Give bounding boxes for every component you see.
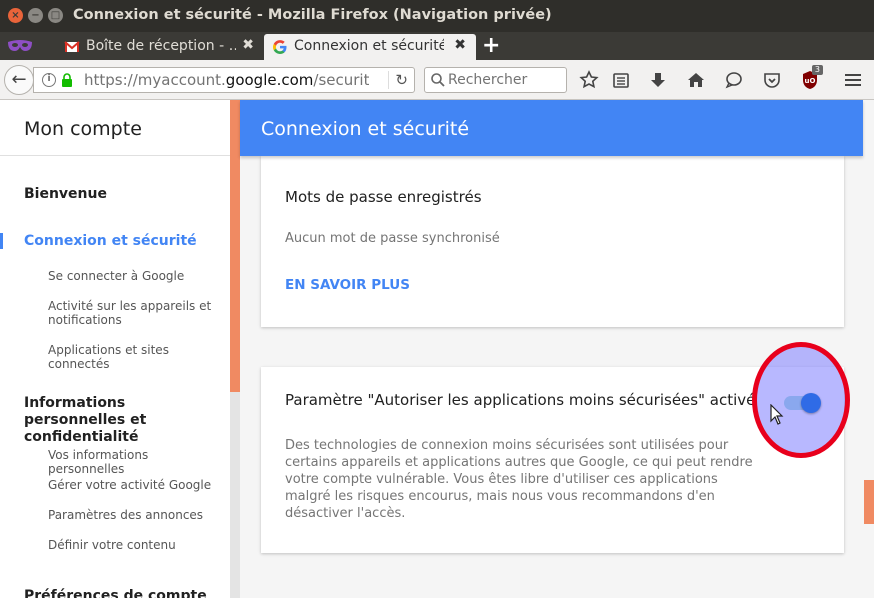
back-button[interactable]: ←: [4, 65, 34, 95]
chat-bubble-icon[interactable]: [723, 69, 745, 91]
url-text[interactable]: https://myaccount.google.com/security: [84, 71, 369, 89]
sidebar-subitem-ads-settings[interactable]: Paramètres des annonces: [48, 508, 218, 522]
sidebar-item-preferences[interactable]: Préférences de compte: [24, 588, 207, 598]
tab-security[interactable]: Connexion et sécurité ✖: [264, 34, 476, 60]
url-host: google.com: [225, 71, 314, 89]
card-title: Paramètre "Autoriser les applications mo…: [285, 391, 756, 409]
home-icon[interactable]: [685, 69, 707, 91]
tab-label: Connexion et sécurité: [294, 38, 444, 54]
reader-list-icon[interactable]: [610, 69, 632, 91]
sidebar-item-welcome[interactable]: Bienvenue: [24, 186, 107, 202]
url-prefix: https://myaccount.: [84, 71, 226, 89]
window-titlebar: × − □ Connexion et sécurité - Mozilla Fi…: [0, 0, 874, 32]
sidebar-subitem-connected-apps[interactable]: Applications et sites connectés: [48, 343, 218, 371]
sidebar-subitem-activity[interactable]: Gérer votre activité Google: [48, 478, 218, 492]
window-maximize-button[interactable]: □: [48, 8, 63, 23]
tab-close-icon[interactable]: ✖: [242, 37, 254, 53]
tab-strip: Boîte de réception - … ✖ Connexion et sé…: [0, 32, 874, 60]
learn-more-link[interactable]: EN SAVOIR PLUS: [285, 277, 410, 293]
svg-text:uO: uO: [805, 77, 816, 85]
new-tab-button[interactable]: +: [482, 34, 500, 58]
card-text: Aucun mot de passe synchronisé: [285, 231, 500, 246]
sidebar-header: Mon compte: [0, 100, 230, 156]
active-indicator: [0, 233, 3, 249]
tab-inbox[interactable]: Boîte de réception - … ✖: [56, 34, 264, 60]
search-input[interactable]: Rechercher: [424, 67, 567, 93]
url-bar[interactable]: i https://myaccount.google.com/security …: [33, 67, 415, 93]
hamburger-menu-icon[interactable]: [842, 69, 864, 91]
account-sidebar: Mon compte Bienvenue Connexion et sécuri…: [0, 100, 240, 598]
window-close-button[interactable]: ×: [8, 8, 23, 23]
sidebar-subitem-content[interactable]: Définir votre contenu: [48, 538, 218, 552]
download-icon[interactable]: [647, 69, 669, 91]
extension-badge: 3: [811, 65, 823, 75]
sidebar-subitem-google-signin[interactable]: Se connecter à Google: [48, 269, 218, 283]
card-text: Des technologies de connexion moins sécu…: [285, 438, 753, 521]
private-browsing-mask-icon: [8, 40, 32, 51]
sidebar-item-privacy[interactable]: Informations personnelles et confidentia…: [24, 395, 224, 446]
sidebar-subitem-device-activity[interactable]: Activité sur les appareils et notificati…: [48, 299, 218, 327]
tab-close-icon[interactable]: ✖: [454, 37, 466, 53]
toggle-knob[interactable]: [801, 393, 821, 413]
url-suffix: /security: [313, 71, 369, 89]
sidebar-subitem-personal-info[interactable]: Vos informations personnelles: [48, 448, 218, 476]
google-icon: [273, 40, 287, 54]
reload-icon[interactable]: ↻: [388, 71, 408, 89]
lock-icon[interactable]: [61, 73, 73, 87]
mouse-cursor-icon: [770, 404, 784, 425]
tab-label: Boîte de réception - …: [86, 38, 236, 54]
sidebar-scrollbar-thumb[interactable]: [230, 100, 240, 392]
gmail-icon: [64, 41, 80, 52]
search-placeholder: Rechercher: [448, 72, 528, 88]
card-title: Mots de passe enregistrés: [285, 188, 482, 206]
sidebar-item-security[interactable]: Connexion et sécurité: [24, 233, 197, 249]
page-title: Connexion et sécurité: [261, 118, 470, 140]
ublock-origin-icon[interactable]: uO 3: [799, 65, 823, 91]
pocket-icon[interactable]: [761, 69, 783, 91]
main-scrollbar-thumb[interactable]: [864, 480, 874, 524]
sidebar-title: Mon compte: [24, 118, 142, 140]
saved-passwords-card: Mots de passe enregistrés Aucun mot de p…: [261, 156, 844, 327]
window-minimize-button[interactable]: −: [28, 8, 43, 23]
bookmark-star-icon[interactable]: [578, 69, 600, 91]
page-header: Connexion et sécurité: [240, 100, 863, 156]
window-title: Connexion et sécurité - Mozilla Firefox …: [73, 7, 552, 23]
search-icon: [431, 73, 445, 87]
navigation-toolbar: ← i https://myaccount.google.com/securit…: [0, 60, 874, 100]
site-info-icon[interactable]: i: [42, 73, 56, 87]
